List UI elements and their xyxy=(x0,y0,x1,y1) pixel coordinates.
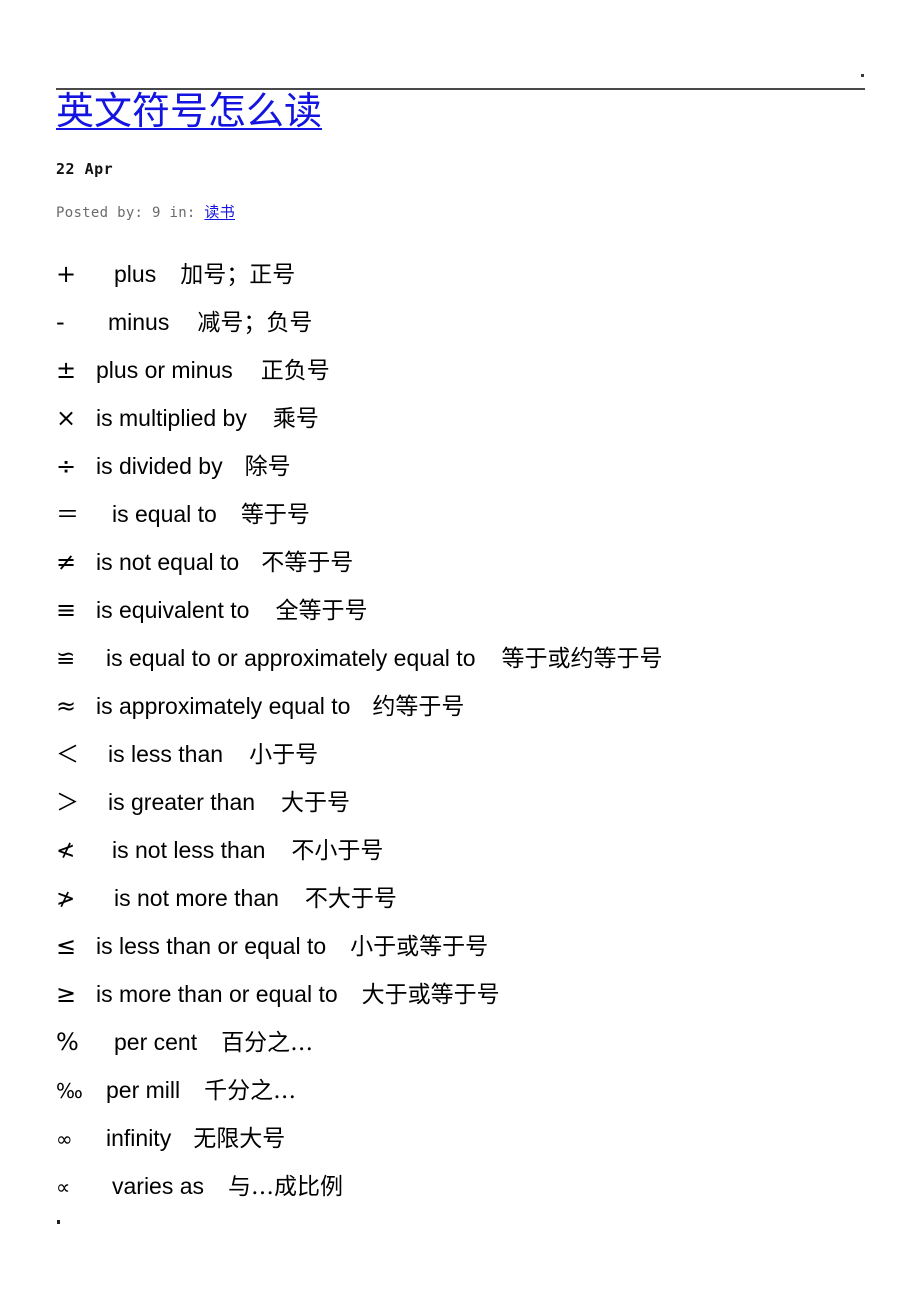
symbol-row: ≌ is equal to or approximately equal to 等于… xyxy=(56,634,896,682)
symbol-glyph: ± xyxy=(56,356,77,384)
symbol-chinese-name: 不小于号 xyxy=(291,838,384,864)
symbol-english-name: is divided by xyxy=(96,453,223,479)
symbol-chinese-name: 小于或等于号 xyxy=(350,934,489,960)
post-meta: Posted by: 9 in: 读书 xyxy=(56,203,235,222)
symbol-row: ≈ is approximately equal to 约等于号 xyxy=(56,682,896,730)
symbol-row: ≠ is not equal to 不等于号 xyxy=(56,538,896,586)
symbol-row: ≡ is equivalent to 全等于号 xyxy=(56,586,896,634)
symbol-row: ≤ is less than or equal to 小于或等于号 xyxy=(56,922,896,970)
symbol-english-name: is equivalent to xyxy=(96,597,250,623)
symbol-english-name: is equal to xyxy=(112,501,217,527)
symbol-row: ≮ is not less than 不小于号 xyxy=(56,826,896,874)
symbol-row: - minus 减号；负号 xyxy=(56,298,896,346)
symbol-english-name: plus xyxy=(114,261,157,287)
symbol-glyph: × xyxy=(56,404,77,432)
symbol-english-name: is less than xyxy=(108,741,224,767)
symbol-english-name: is greater than xyxy=(108,789,256,815)
symbol-glyph: ≈ xyxy=(56,692,77,720)
symbol-chinese-name: 减号；负号 xyxy=(197,310,313,336)
symbol-chinese-name: 无限大号 xyxy=(193,1126,286,1152)
symbol-english-name: varies as xyxy=(112,1173,205,1199)
symbol-chinese-name: 大于号 xyxy=(281,790,351,816)
symbol-row: ＜ is less than 小于号 xyxy=(56,730,896,778)
symbol-row: ＞ is greater than 大于号 xyxy=(56,778,896,826)
symbol-glyph: ＞ xyxy=(56,790,79,816)
symbol-row: ＝ is equal to 等于号 xyxy=(56,490,896,538)
symbol-glyph: + xyxy=(56,260,77,288)
symbol-english-name: infinity xyxy=(106,1125,172,1151)
symbol-chinese-name: 等于号 xyxy=(240,502,310,528)
symbol-glyph: ∝ xyxy=(56,1175,71,1199)
symbol-row: ≯ is not more than 不大于号 xyxy=(56,874,896,922)
symbol-row: ∝ varies as 与…成比例 xyxy=(56,1162,896,1210)
symbol-english-name: is not equal to xyxy=(96,549,240,575)
symbol-english-name: per cent xyxy=(114,1029,198,1055)
symbol-row: ≥ is more than or equal to 大于或等于号 xyxy=(56,970,896,1018)
symbol-glyph: ≤ xyxy=(56,932,77,960)
symbol-glyph: ≮ xyxy=(56,838,76,864)
symbol-chinese-name: 等于或约等于号 xyxy=(501,646,663,672)
symbol-glyph: ≌ xyxy=(56,646,76,672)
symbol-english-name: per mill xyxy=(106,1077,181,1103)
article-header: 英文符号怎么读 22 Apr Posted by: 9 in: 读书 xyxy=(56,88,876,221)
symbol-glyph: ≠ xyxy=(56,548,77,576)
symbol-english-name: is equal to or approximately equal to xyxy=(106,645,476,671)
symbol-row: × is multiplied by 乘号 xyxy=(56,394,896,442)
symbol-english-name: is less than or equal to xyxy=(96,933,327,959)
symbol-english-name: is not more than xyxy=(114,885,279,911)
symbol-row: + plus 加号；正号 xyxy=(56,250,896,298)
post-meta-prefix: Posted by: 9 in: xyxy=(56,205,205,221)
symbol-row: % per cent 百分之… xyxy=(56,1018,896,1066)
symbol-english-name: is approximately equal to xyxy=(96,693,351,719)
symbol-english-name: is more than or equal to xyxy=(96,981,338,1007)
corner-dot-mark xyxy=(861,74,864,77)
symbol-english-name: is multiplied by xyxy=(96,405,247,431)
symbol-row: ± plus or minus 正负号 xyxy=(56,346,896,394)
symbol-glyph: - xyxy=(56,308,65,336)
symbol-chinese-name: 千分之… xyxy=(204,1078,297,1104)
symbol-english-name: is not less than xyxy=(112,837,266,863)
symbol-chinese-name: 约等于号 xyxy=(372,694,465,720)
symbol-chinese-name: 小于号 xyxy=(249,742,319,768)
symbol-chinese-name: 全等于号 xyxy=(275,598,368,624)
symbol-chinese-name: 百分之… xyxy=(221,1030,314,1056)
symbol-glyph: ≡ xyxy=(56,596,77,624)
symbol-row: ‰ per mill 千分之… xyxy=(56,1066,896,1114)
symbol-chinese-name: 不等于号 xyxy=(261,550,354,576)
post-date: 22 Apr xyxy=(56,160,114,178)
symbol-glyph: ÷ xyxy=(56,452,77,480)
symbol-list: + plus 加号；正号 - minus 减号；负号 ± plus or minus 正负号 × i… xyxy=(56,250,896,1210)
symbol-glyph: % xyxy=(56,1028,79,1056)
document-page: 英文符号怎么读 22 Apr Posted by: 9 in: 读书 + plus… xyxy=(0,0,920,1302)
symbol-glyph: ∞ xyxy=(56,1127,73,1151)
footer-dot-mark xyxy=(57,1220,60,1224)
symbol-glyph: ‰ xyxy=(56,1079,83,1103)
symbol-chinese-name: 除号 xyxy=(244,454,291,480)
symbol-chinese-name: 加号；正号 xyxy=(180,262,296,288)
page-title[interactable]: 英文符号怎么读 xyxy=(56,88,322,134)
symbol-english-name: minus xyxy=(108,309,170,335)
symbol-chinese-name: 大于或等于号 xyxy=(361,982,500,1008)
symbol-row: ∞ infinity 无限大号 xyxy=(56,1114,896,1162)
symbol-english-name: plus or minus xyxy=(96,357,233,383)
symbol-glyph: ＝ xyxy=(56,502,79,528)
symbol-glyph: ≥ xyxy=(56,980,77,1008)
post-category-link[interactable]: 读书 xyxy=(204,203,235,221)
symbol-chinese-name: 与…成比例 xyxy=(228,1174,344,1200)
symbol-chinese-name: 乘号 xyxy=(272,406,319,432)
symbol-chinese-name: 不大于号 xyxy=(304,886,397,912)
symbol-glyph: ≯ xyxy=(56,886,76,912)
symbol-row: ÷ is divided by 除号 xyxy=(56,442,896,490)
symbol-glyph: ＜ xyxy=(56,742,79,768)
symbol-chinese-name: 正负号 xyxy=(260,358,330,384)
